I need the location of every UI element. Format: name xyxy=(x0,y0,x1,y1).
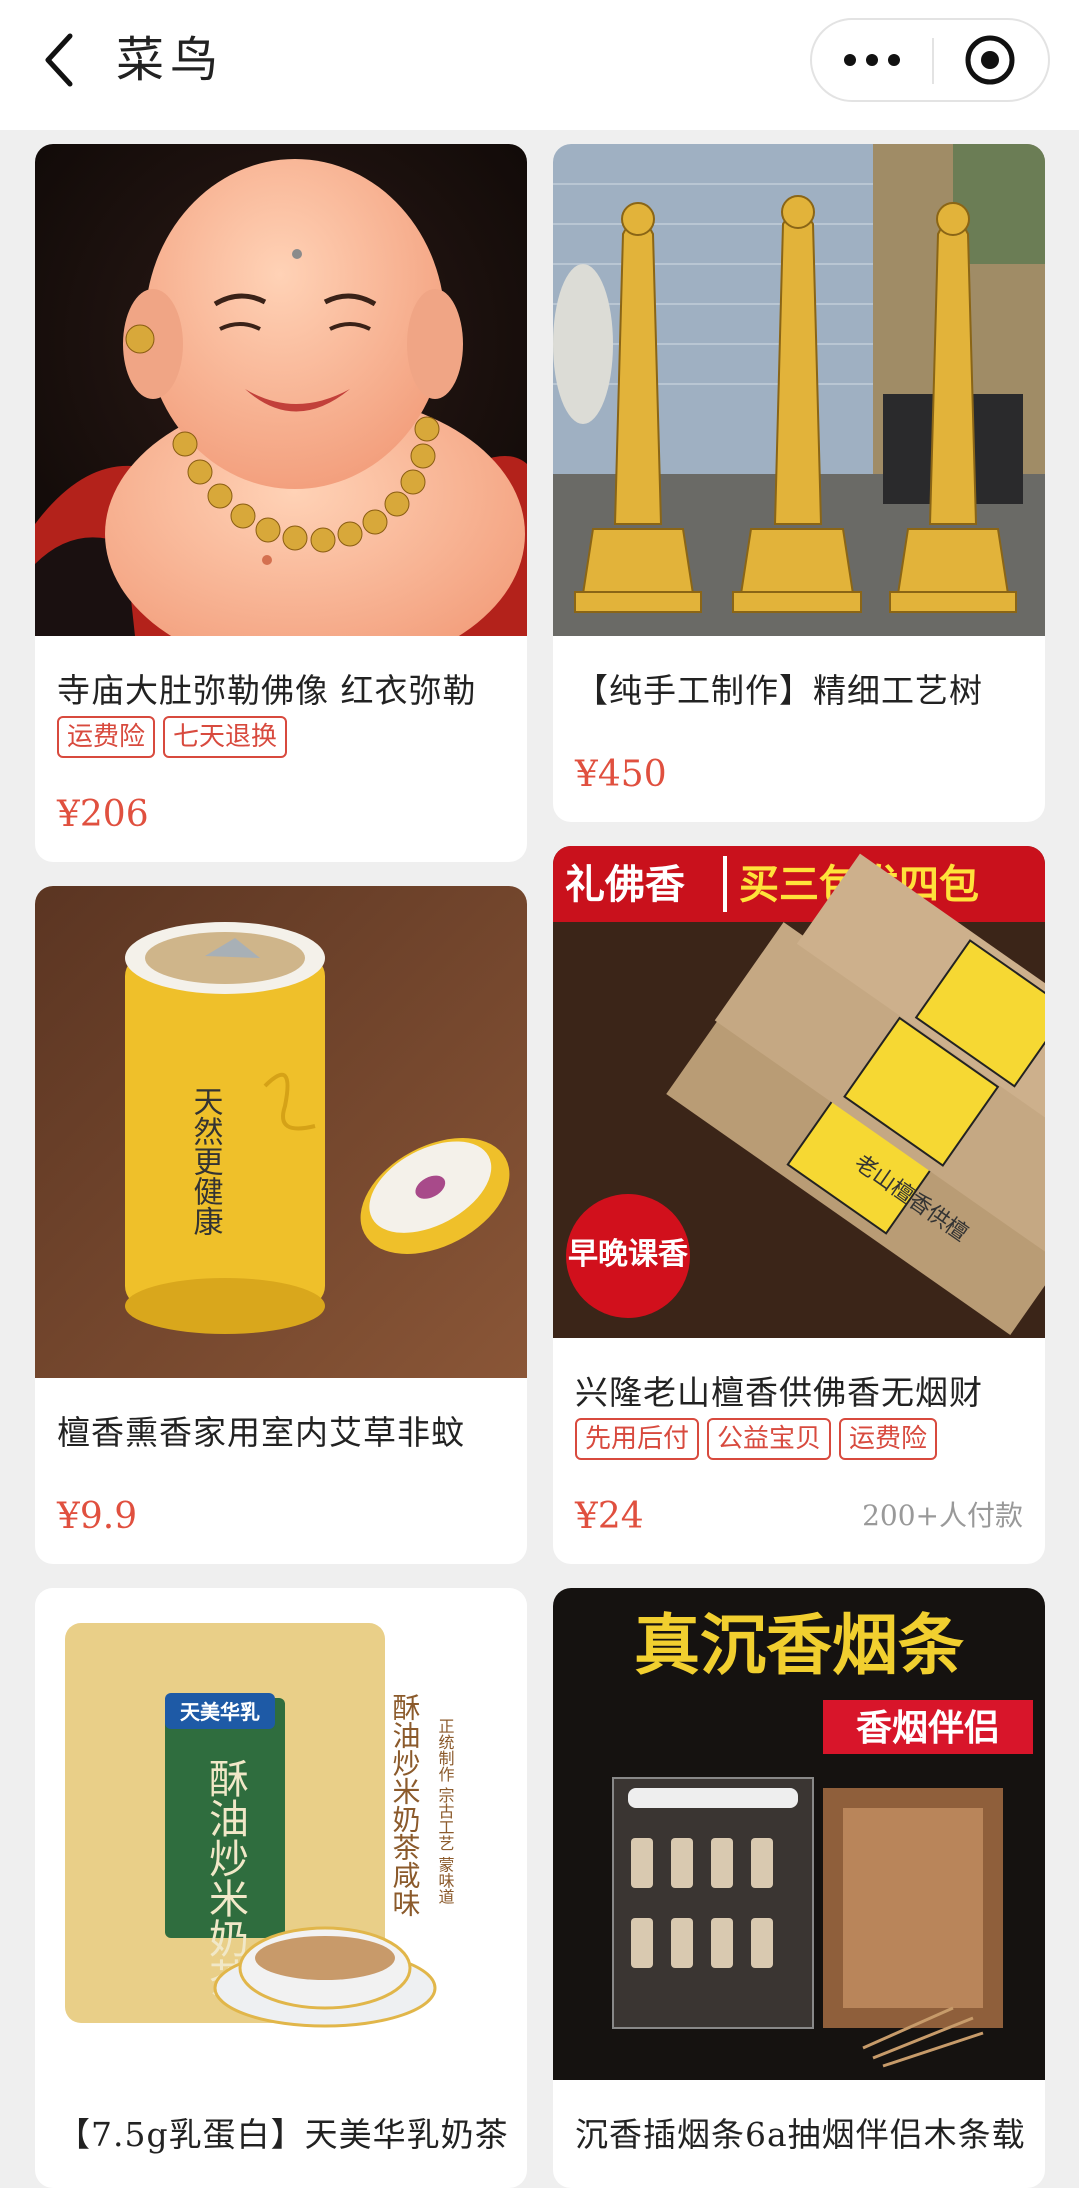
more-button[interactable] xyxy=(812,20,932,100)
product-image[interactable]: 天然更健康 xyxy=(35,886,527,1378)
target-close-icon xyxy=(965,35,1015,85)
badge-text: 早晚课香 xyxy=(568,1237,688,1272)
back-button[interactable] xyxy=(30,24,90,96)
product-title[interactable]: 寺庙大肚弥勒佛像 红衣弥勒 xyxy=(57,664,477,712)
sandalwood-incense-image: 礼佛香 买三包发四包 老山檀香供檀 早晚课香 xyxy=(553,846,1045,1338)
product-image[interactable] xyxy=(35,144,527,636)
tag-charity: 公益宝贝 xyxy=(707,1418,832,1460)
incense-tube-image: 天然更健康 xyxy=(35,886,527,1378)
side-subtitle-text: 正统制作 宗古工艺 蒙味道 xyxy=(436,1718,455,1904)
product-title[interactable]: 兴隆老山檀香供佛香无烟财 xyxy=(575,1366,983,1414)
product-price: ¥206 xyxy=(57,794,149,835)
tube-label-text: 天然更健康 xyxy=(188,1086,224,1236)
golden-statues-image xyxy=(553,144,1045,636)
product-image[interactable] xyxy=(553,144,1045,636)
headline-text: 真沉香烟条 xyxy=(634,1607,964,1684)
milk-tea-package-image: 天美华乳 酥油炒米奶茶 酥油炒米奶茶咸味 正统制作 宗古工艺 蒙味道 xyxy=(35,1588,527,2080)
tag-pay-later: 先用后付 xyxy=(575,1418,700,1460)
mini-program-capsule xyxy=(810,18,1050,102)
product-price: ¥9.9 xyxy=(57,1496,138,1537)
buddha-statue-image xyxy=(35,144,527,636)
more-dots-icon xyxy=(844,54,856,66)
product-card[interactable]: 天美华乳 酥油炒米奶茶 酥油炒米奶茶咸味 正统制作 宗古工艺 蒙味道 【7.5g… xyxy=(35,1588,527,2188)
banner-left-text: 礼佛香 xyxy=(565,862,685,908)
capsule-divider xyxy=(932,38,934,84)
product-card[interactable]: 天然更健康 檀香熏香家用室内艾草非蚊 ¥9.9 xyxy=(35,886,527,1564)
product-card[interactable]: 真沉香烟条 香烟伴侣 沉香插烟条6a抽烟伴侣木条载 xyxy=(553,1588,1045,2188)
subline-text: 香烟伴侣 xyxy=(856,1708,1000,1749)
tag-list: 运费险 七天退换 xyxy=(57,716,288,758)
top-bar: 菜鸟 xyxy=(0,0,1079,130)
more-dots-icon xyxy=(866,54,878,66)
product-image[interactable]: 天美华乳 酥油炒米奶茶 酥油炒米奶茶咸味 正统制作 宗古工艺 蒙味道 xyxy=(35,1588,527,2080)
agarwood-sticks-image: 真沉香烟条 香烟伴侣 xyxy=(553,1588,1045,2080)
product-card[interactable]: 礼佛香 买三包发四包 老山檀香供檀 早晚课香 兴 xyxy=(553,846,1045,1564)
product-title[interactable]: 【7.5g乳蛋白】天美华乳奶茶 xyxy=(57,2108,509,2156)
product-image[interactable]: 真沉香烟条 香烟伴侣 xyxy=(553,1588,1045,2080)
product-title[interactable]: 沉香插烟条6a抽烟伴侣木条载 xyxy=(575,2108,1026,2156)
tag-list: 先用后付 公益宝贝 运费险 xyxy=(575,1418,938,1460)
product-title[interactable]: 檀香熏香家用室内艾草非蚊 xyxy=(57,1406,465,1454)
product-card[interactable]: 寺庙大肚弥勒佛像 红衣弥勒 运费险 七天退换 ¥206 xyxy=(35,144,527,862)
close-button[interactable] xyxy=(962,32,1018,88)
product-image[interactable]: 礼佛香 买三包发四包 老山檀香供檀 早晚课香 xyxy=(553,846,1045,1338)
sold-count: 200+人付款 xyxy=(862,1499,1023,1532)
product-price: ¥450 xyxy=(575,754,667,795)
page-title: 菜鸟 xyxy=(116,32,225,88)
chevron-left-icon xyxy=(45,33,73,87)
product-card[interactable]: 【纯手工制作】精细工艺树 ¥450 xyxy=(553,144,1045,822)
tag-shipping-insurance: 运费险 xyxy=(839,1418,938,1460)
side-title-text: 酥油炒米奶茶咸味 xyxy=(389,1693,422,1917)
tag-seven-day-return: 七天退换 xyxy=(163,716,288,758)
brand-text: 天美华乳 xyxy=(180,1700,260,1724)
tag-shipping-insurance: 运费险 xyxy=(57,716,156,758)
product-price: ¥24 xyxy=(575,1496,644,1537)
product-title[interactable]: 【纯手工制作】精细工艺树 xyxy=(575,664,983,712)
more-dots-icon xyxy=(888,54,900,66)
